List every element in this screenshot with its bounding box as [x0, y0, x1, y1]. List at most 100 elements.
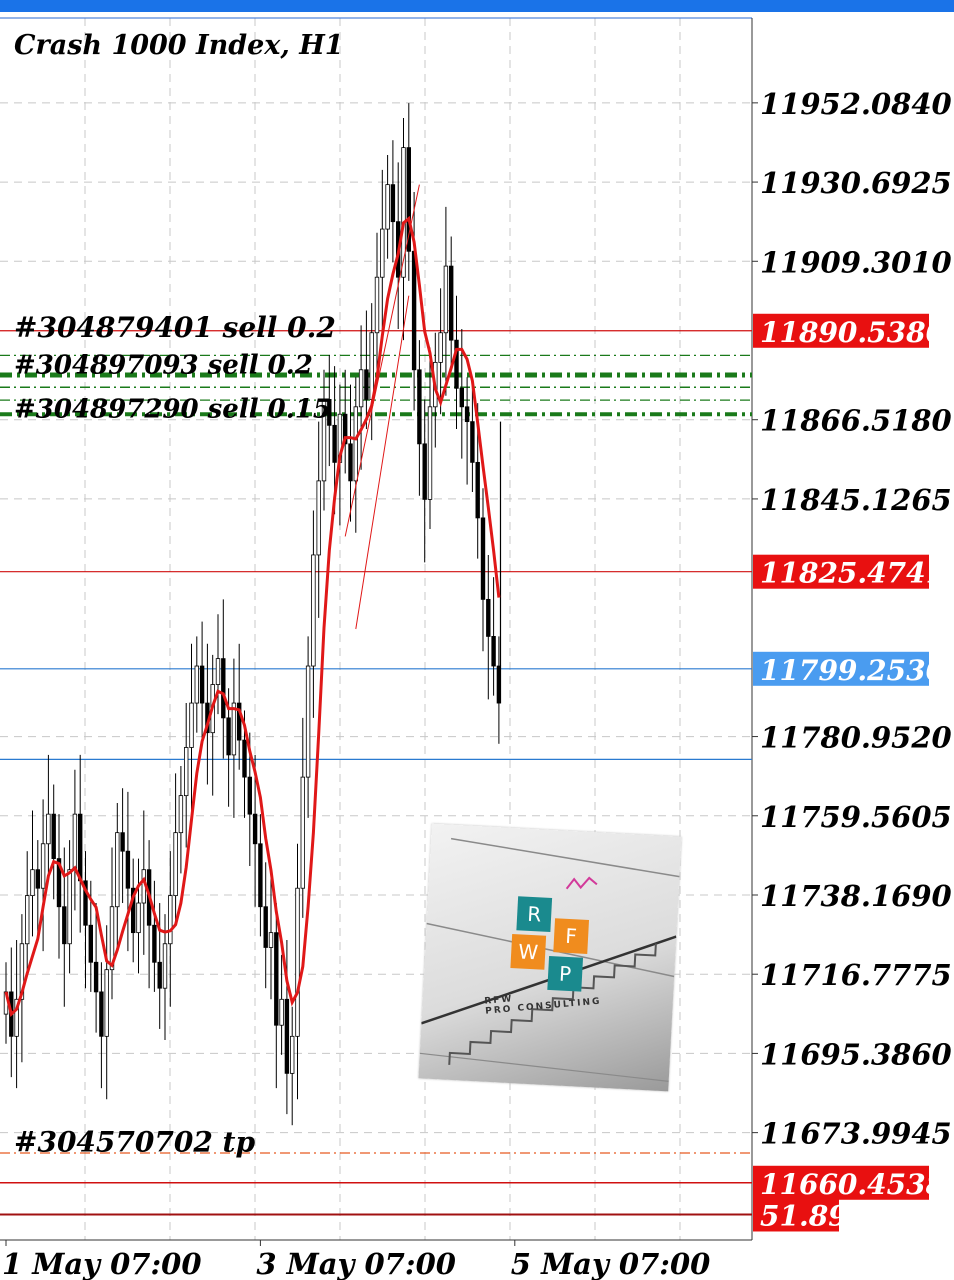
price-tick-label: 11695.3860 — [760, 1037, 952, 1071]
candle-body — [443, 265, 449, 334]
candle-body — [62, 906, 67, 945]
candle-body — [454, 339, 459, 389]
candle-body — [422, 443, 427, 500]
order-label: #304570702 tp — [14, 1126, 255, 1159]
price-tag-label: 11799.2530 — [760, 654, 946, 687]
candle-body — [168, 895, 173, 945]
candle-body — [263, 906, 268, 948]
candle-body — [316, 480, 321, 556]
candle-body — [332, 424, 337, 463]
candle-body — [183, 747, 189, 797]
time-axis: 1 May 07:00 3 May 07:00 5 May 07:00 — [2, 1240, 710, 1280]
candle-body — [162, 943, 168, 989]
time-tick-label: 3 May 07:00 — [256, 1247, 456, 1280]
candle-body — [152, 924, 157, 963]
candle-body — [385, 184, 390, 230]
candle-body — [221, 658, 226, 719]
logo-letter-w: W — [510, 933, 547, 970]
candle-body — [247, 776, 252, 815]
candle-body — [67, 869, 72, 945]
candle-body — [358, 369, 364, 408]
candle-body — [374, 276, 380, 334]
price-tick-label: 11909.3010 — [760, 245, 952, 279]
candle-body — [464, 406, 470, 423]
candle-body — [226, 717, 231, 756]
candle-body — [104, 969, 109, 1037]
candle-body — [242, 739, 247, 778]
price-tick-label: 11673.9945 — [760, 1117, 952, 1151]
candle-body — [125, 850, 131, 889]
candle-body — [24, 895, 30, 945]
time-tick-label: 5 May 07:00 — [511, 1247, 711, 1280]
candle-body — [417, 369, 422, 445]
order-label: #304897290 sell 0.15 — [14, 394, 331, 424]
candle-body — [46, 813, 51, 845]
candle-body — [115, 832, 120, 908]
candle-body — [486, 598, 491, 637]
logo-letter-f: F — [553, 918, 590, 954]
candle-body — [35, 869, 40, 889]
candle-body — [199, 665, 205, 704]
candle-body — [496, 665, 502, 704]
candle-body — [99, 991, 104, 1037]
candle-body — [189, 702, 194, 748]
candle-body — [284, 998, 290, 1074]
candle-body — [459, 387, 464, 408]
candle-body — [289, 1035, 295, 1074]
logo-letter-p: P — [547, 955, 584, 992]
candle-body — [305, 665, 311, 778]
candle-body — [231, 702, 237, 756]
price-tag-label: 11825.4741 — [760, 557, 945, 590]
candle-body — [364, 369, 369, 400]
candle-body — [78, 813, 83, 882]
company-logo: R F W P RFW PRO CONSULTING — [418, 823, 682, 1092]
candle-body — [369, 332, 374, 400]
price-chart[interactable]: 11952.0840 11930.6925 11909.3010 11866.5180… — [0, 0, 954, 1280]
candle-body — [178, 795, 184, 834]
price-axis: 11952.0840 11930.6925 11909.3010 11866.5180… — [752, 87, 952, 1232]
candle-body — [274, 932, 279, 1026]
candle-body — [348, 443, 353, 482]
price-tick-label: 11759.5605 — [760, 800, 952, 834]
price-tick-label: 11716.7775 — [760, 958, 952, 992]
candle-body — [427, 406, 433, 500]
candle-body — [438, 332, 443, 363]
candle-body — [30, 869, 35, 897]
candle-body — [300, 776, 305, 889]
candle-body — [157, 961, 162, 989]
candle-body — [268, 932, 274, 948]
candle-body — [93, 961, 99, 993]
candle-body — [480, 517, 486, 600]
candle-body — [448, 265, 454, 341]
price-tick-label: 11930.6925 — [760, 166, 952, 200]
candle-body — [72, 813, 78, 871]
time-tick-label: 1 May 07:00 — [2, 1247, 202, 1280]
candle-body — [470, 421, 475, 463]
candle-body — [215, 658, 221, 685]
candle-body — [40, 843, 46, 889]
candle-body — [295, 887, 300, 1037]
price-tag-label: 11890.5380 — [760, 316, 946, 349]
candle-body — [380, 228, 385, 278]
price-tick-label: 11845.1265 — [760, 483, 952, 517]
candle-body — [136, 902, 141, 934]
candle-body — [120, 832, 125, 852]
candle-body — [311, 554, 316, 667]
price-tick-label: 11780.9520 — [760, 721, 952, 755]
candle-body — [353, 406, 358, 482]
candle-body — [88, 924, 93, 963]
order-label: #304879401 sell 0.2 — [14, 311, 336, 344]
candle-body — [51, 813, 56, 859]
candle-body — [491, 636, 496, 667]
candle-body — [194, 665, 199, 704]
candle-body — [279, 998, 284, 1026]
price-tick-label: 11952.0840 — [760, 87, 952, 121]
candle-body — [411, 250, 417, 371]
price-tag-label: 11660.4538 — [760, 1168, 945, 1201]
price-tick-label: 11738.1690 — [760, 879, 952, 913]
candle-body — [252, 813, 258, 845]
price-tick-label: 11866.5180 — [760, 404, 952, 438]
order-label: #304897093 sell 0.2 — [14, 351, 313, 381]
chart-title: Crash 1000 Index, H1 — [14, 30, 344, 61]
candle-body — [173, 832, 178, 897]
